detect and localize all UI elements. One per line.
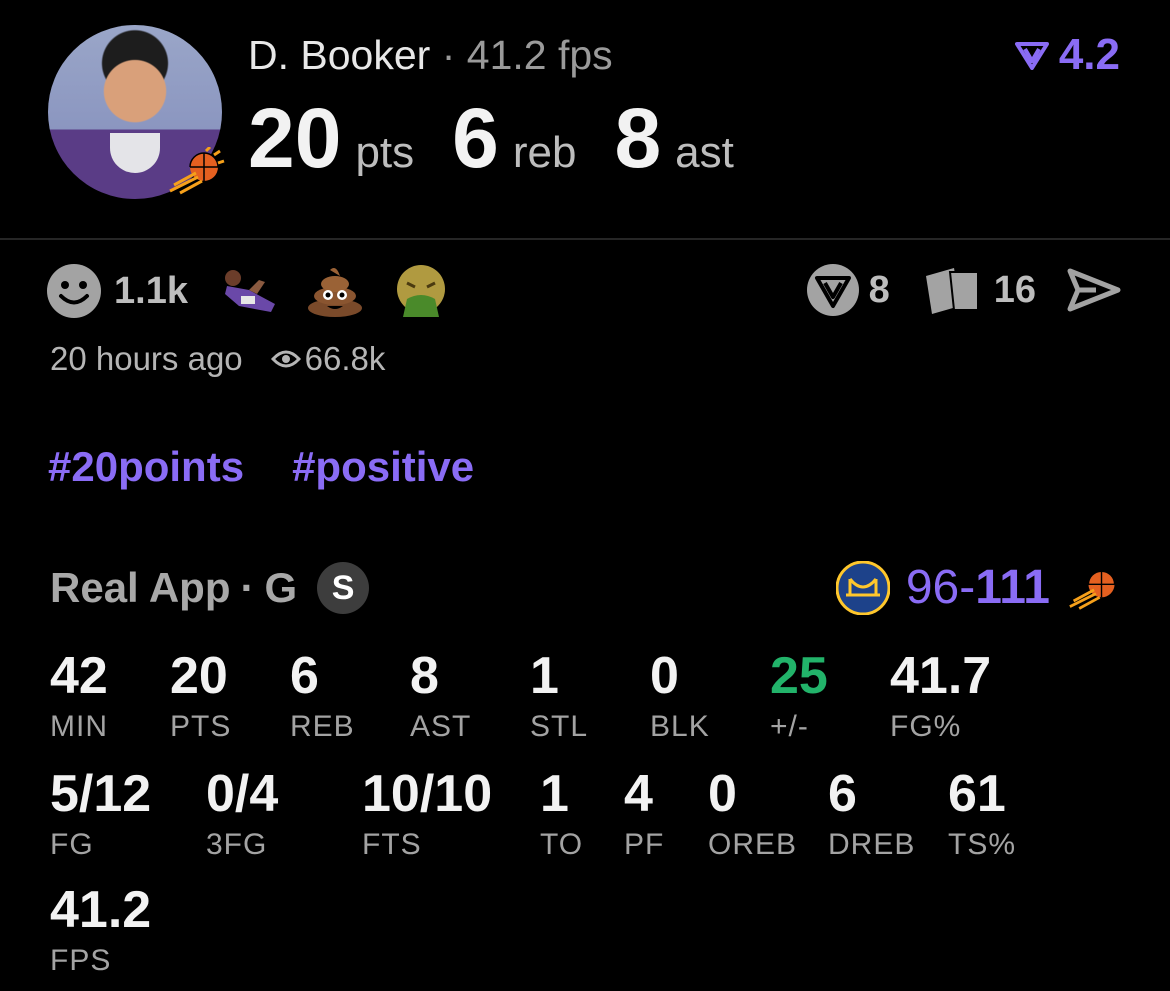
cards-icon[interactable] (920, 262, 986, 318)
stat-value: 0 (708, 765, 737, 823)
avatar-jersey (110, 133, 160, 173)
divider (0, 238, 1170, 240)
real-logo-icon (1014, 42, 1049, 70)
hashtags: #20points #positive (48, 443, 474, 491)
stat-reb: 6 REB (290, 650, 355, 744)
stat-fg: 5/12 FG (50, 768, 151, 862)
stat-label: FPS (50, 944, 112, 977)
stat-ts-pct: 61 TS% (948, 768, 1016, 862)
game-dot: · (240, 564, 255, 611)
player-position: G (264, 564, 298, 611)
rating-badge[interactable]: 4.2 (1014, 30, 1120, 80)
stat-to: 1 TO (540, 768, 583, 862)
score-loss: 96 (905, 561, 960, 614)
game-info: Real App · G S (50, 562, 370, 614)
stat-fg-pct: 41.7 FG% (890, 650, 991, 744)
stat-value: 0/4 (206, 765, 279, 823)
headline-pts-label: pts (355, 128, 415, 177)
stat-stl: 1 STL (530, 650, 588, 744)
stat-value: 41.7 (890, 647, 992, 705)
stat-value: 5/12 (50, 765, 152, 823)
stat-label: BLK (650, 710, 710, 743)
headline-stats: 20 pts 6 reb 8 ast (248, 90, 772, 187)
stat-pf: 4 PF (624, 768, 664, 862)
comment-count[interactable]: 8 (869, 269, 890, 312)
posted-time: 20 hours ago (50, 340, 243, 377)
stat-value: 8 (410, 647, 439, 705)
reaction-count[interactable]: 1.1k (114, 270, 188, 313)
stat-ast: 8 AST (410, 650, 471, 744)
stat-value: 42 (50, 647, 108, 705)
stat-label: FG% (890, 710, 962, 743)
comment-icon[interactable] (805, 262, 861, 318)
vomiting-face-icon[interactable] (390, 262, 452, 320)
share-icon[interactable] (1066, 265, 1122, 315)
stat-label: TO (540, 828, 584, 861)
cards-count[interactable]: 16 (994, 269, 1036, 312)
stat-3fg: 0/4 3FG (206, 768, 278, 862)
stat-value: 6 (290, 647, 319, 705)
stat-label: +/- (770, 710, 809, 743)
rating-value: 4.2 (1058, 30, 1120, 79)
stat-blk: 0 BLK (650, 650, 710, 744)
player-header: D. Booker · 41.2 fps (248, 32, 613, 79)
stat-oreb: 0 OREB (708, 768, 797, 862)
headline-reb-label: reb (512, 128, 577, 177)
poop-emoji-icon[interactable] (304, 262, 366, 320)
stat-label: STL (530, 710, 589, 743)
suns-logo-icon (1069, 570, 1116, 610)
headline-ast-label: ast (675, 128, 734, 177)
league-source: Real App (50, 564, 231, 611)
post-meta: 20 hours ago 66.8k (50, 340, 385, 378)
stat-value: 10/10 (362, 765, 493, 823)
stat-value: 20 (170, 647, 228, 705)
player-fps: 41.2 fps (466, 32, 613, 78)
stat-value: 0 (650, 647, 679, 705)
suns-logo-icon (169, 147, 225, 195)
stat-label: PF (624, 828, 665, 861)
stat-label: FG (50, 828, 94, 861)
stat-label: MIN (50, 710, 108, 743)
stat-label: OREB (708, 828, 798, 861)
headline-ast-value: 8 (614, 91, 662, 185)
stat-label: 3FG (206, 828, 268, 861)
score-win: 111 (975, 561, 1050, 614)
stat-fps: 41.2 FPS (50, 884, 151, 978)
stat-dreb: 6 DREB (828, 768, 915, 862)
stat-label: DREB (828, 828, 916, 861)
headline-reb-value: 6 (452, 91, 499, 185)
eye-icon (270, 350, 301, 368)
stat-value: 4 (624, 765, 653, 823)
headline-pts-value: 20 (248, 91, 342, 185)
stat-label: AST (410, 710, 472, 743)
hashtag[interactable]: #positive (292, 443, 474, 491)
starter-badge: S (317, 562, 370, 614)
stat-value: 1 (540, 765, 569, 823)
stat-label: TS% (948, 828, 1017, 861)
stat-value: 61 (948, 765, 1006, 823)
stat-plus-minus: 25 +/- (770, 650, 828, 744)
reactions-row: 1.1k (46, 262, 476, 320)
score-dash: - (959, 561, 976, 614)
post-actions: 8 16 (805, 262, 1122, 318)
stat-fts: 10/10 FTS (362, 768, 492, 862)
views: 66.8k (270, 340, 386, 378)
stat-value: 25 (770, 647, 828, 705)
smiley-icon[interactable] (46, 263, 102, 319)
stat-value: 6 (828, 765, 857, 823)
view-count: 66.8k (304, 340, 386, 377)
stat-value: 41.2 (50, 881, 152, 939)
stat-label: REB (290, 710, 355, 743)
stat-label: PTS (170, 710, 232, 743)
stat-value: 1 (530, 647, 559, 705)
player-lying-down-icon[interactable] (218, 262, 280, 320)
stat-pts: 20 PTS (170, 650, 231, 744)
player-name[interactable]: D. Booker (248, 32, 430, 78)
stat-label: FTS (362, 828, 422, 861)
warriors-logo-icon (835, 560, 890, 615)
game-score[interactable]: 96 - 111 (835, 560, 1122, 615)
header-dot: · (441, 32, 456, 78)
stat-min: 42 MIN (50, 650, 108, 744)
hashtag[interactable]: #20points (48, 443, 244, 491)
